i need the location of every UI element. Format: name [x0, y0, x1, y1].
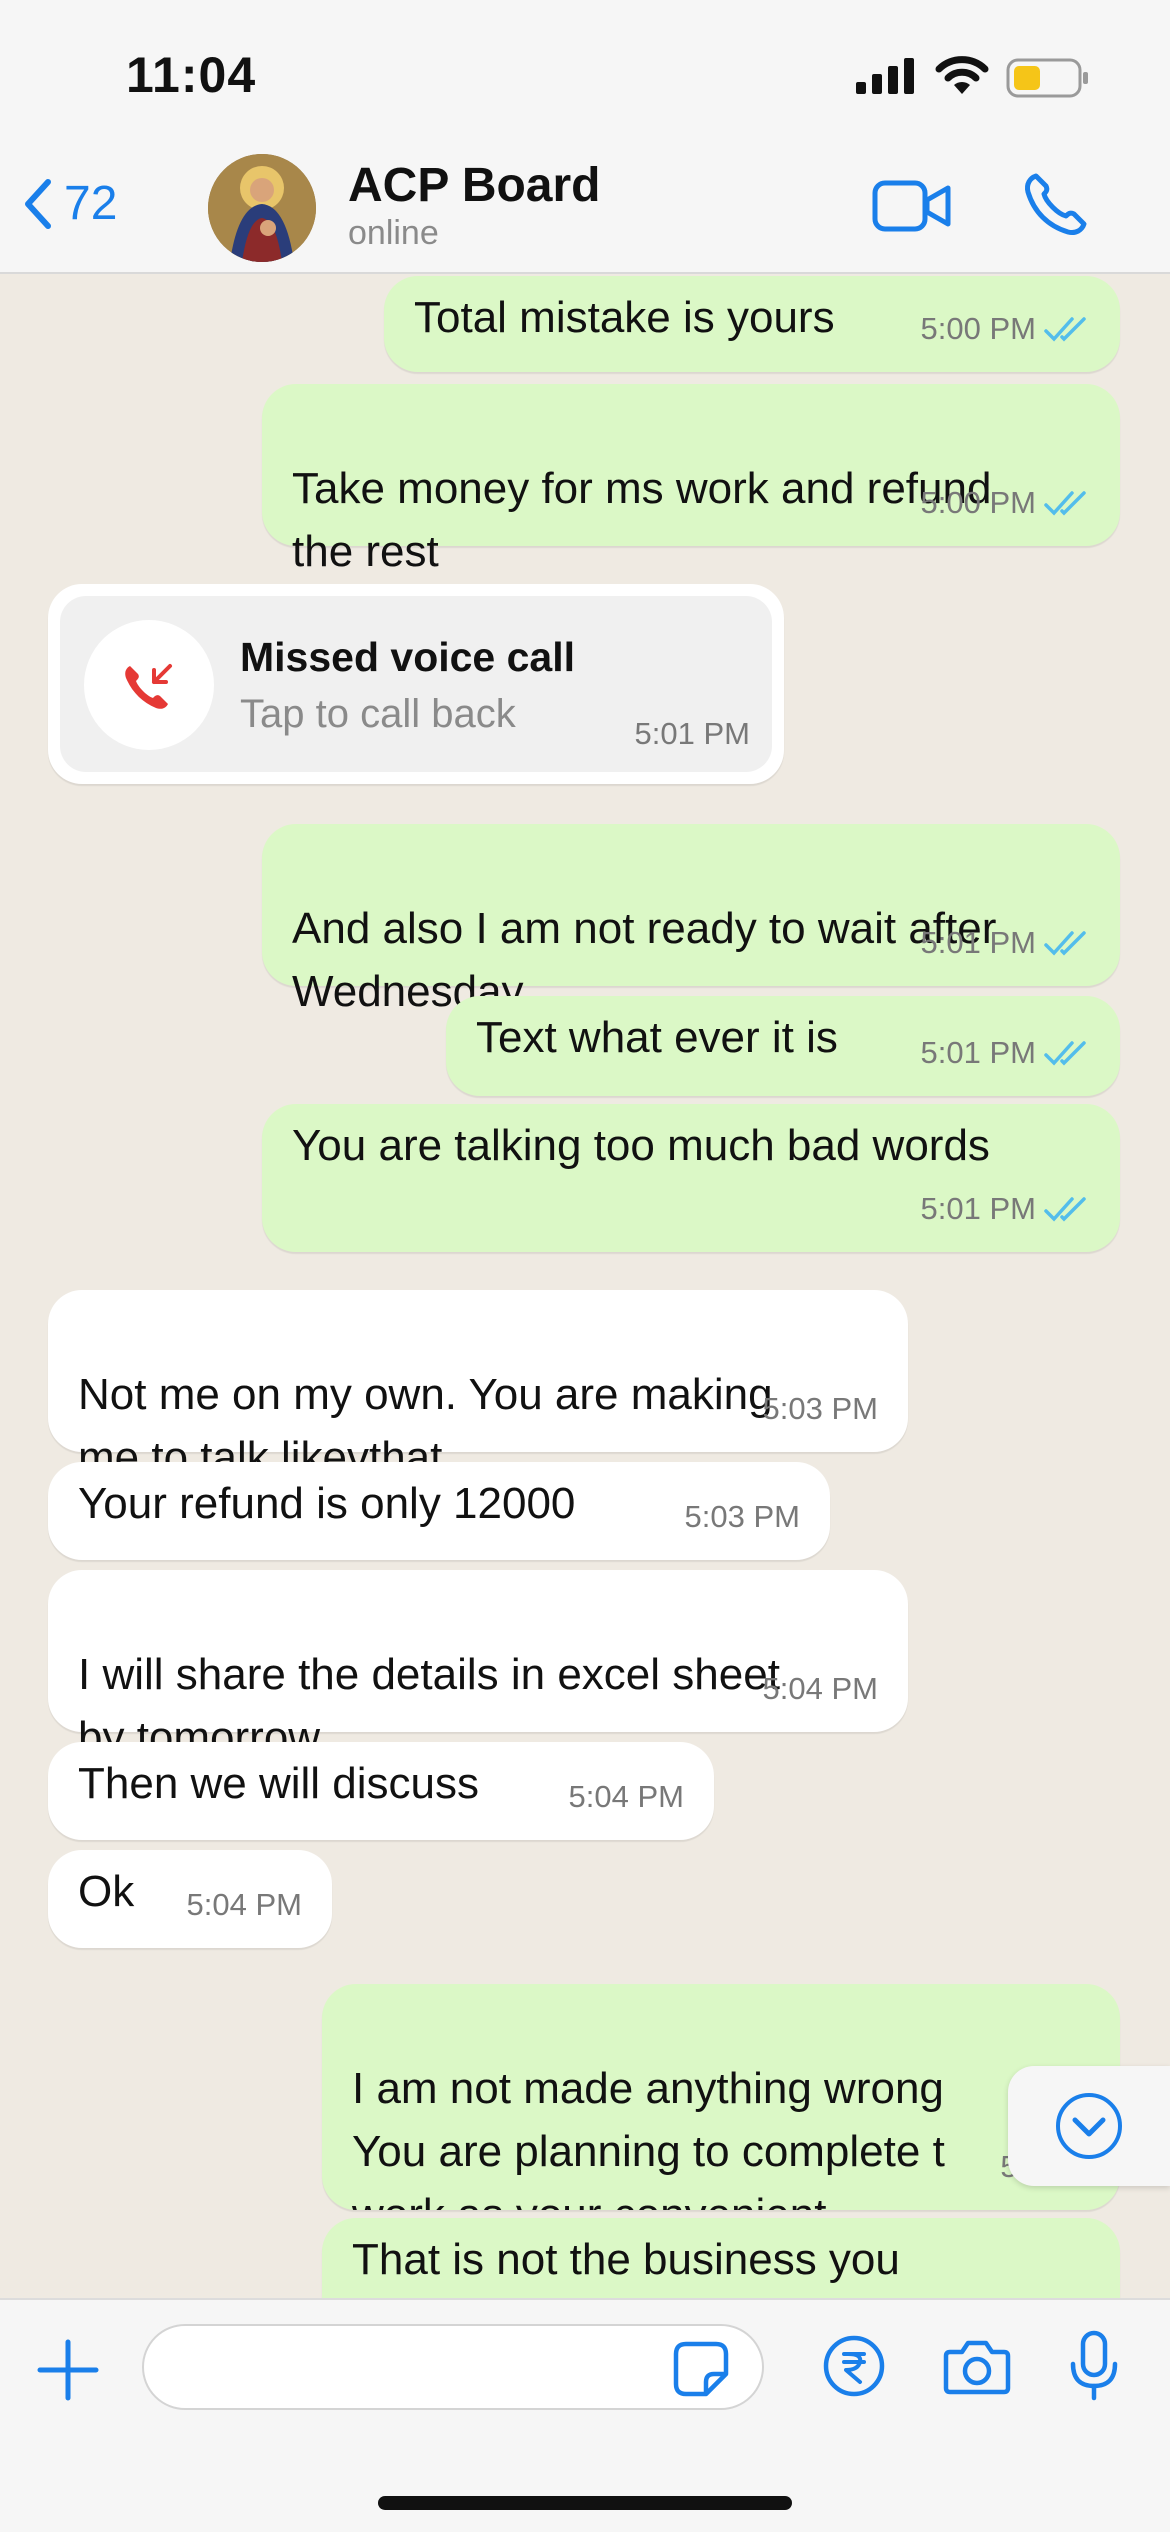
message-meta: 5:04 PM	[187, 1873, 302, 1936]
message-time: 5:00 PM	[920, 311, 1036, 346]
message-time: 5:00 PM	[920, 485, 1036, 520]
message-input-bar	[0, 2298, 1170, 2532]
message-text: Then we will discuss	[78, 1759, 480, 1808]
avatar-image	[208, 154, 316, 262]
message-text: Your refund is only 12000	[78, 1479, 576, 1528]
message-bubble-outgoing[interactable]: And also I am not ready to wait after We…	[262, 824, 1120, 1016]
read-ticks-icon	[1044, 1196, 1086, 1222]
read-ticks-icon	[1044, 930, 1086, 956]
missed-call-title: Missed voice call	[240, 634, 576, 680]
camera-icon[interactable]	[942, 2338, 1012, 2396]
message-time: 5:04 PM	[762, 1671, 878, 1706]
message-time: 5:01 PM	[920, 925, 1036, 960]
message-time: 5:01 PM	[920, 1191, 1036, 1226]
sticker-icon[interactable]	[672, 2340, 730, 2398]
read-ticks-icon	[1044, 1040, 1086, 1066]
message-text: I am not made anything wrong You are pla…	[352, 2064, 945, 2210]
status-bar: 11:04	[0, 0, 1170, 150]
video-camera-icon[interactable]	[872, 178, 952, 234]
missed-call-time: 5:01 PM	[634, 716, 750, 751]
plus-icon[interactable]	[36, 2338, 100, 2402]
message-meta: 5:00 PM	[921, 297, 1090, 360]
message-bubble-incoming[interactable]: Not me on my own. You are making me to t…	[48, 1290, 908, 1482]
home-indicator	[378, 2496, 792, 2510]
message-time: 5:04 PM	[568, 1779, 684, 1814]
wifi-icon	[935, 56, 989, 94]
message-meta: 5:03 PM	[685, 1485, 800, 1548]
message-meta: 5:01 PM	[921, 1177, 1090, 1240]
message-bubble-incoming[interactable]: I will share the details in excel sheet …	[48, 1570, 908, 1762]
microphone-icon[interactable]	[1068, 2330, 1120, 2402]
chat-header: 72 ACP Board online	[0, 150, 1170, 274]
message-meta: 5:03 PM	[763, 1377, 878, 1440]
message-bubble-outgoing[interactable]: Total mistake is yours 5:00 PM	[384, 276, 1120, 372]
message-time: 5:03 PM	[684, 1499, 800, 1534]
message-text: Total mistake is yours	[414, 293, 835, 342]
message-bubble-outgoing[interactable]: I am not made anything wrong You are pla…	[322, 1984, 1120, 2210]
message-text: Ok	[78, 1867, 135, 1916]
status-time: 11:04	[126, 47, 257, 103]
message-meta: 5:00 PM	[921, 471, 1090, 534]
message-bubble-incoming[interactable]: Your refund is only 12000 5:03 PM	[48, 1462, 830, 1560]
message-meta: 5:04 PM	[763, 1657, 878, 1720]
message-meta: 5:01 PM	[921, 911, 1090, 974]
missed-call-subtitle: Tap to call back	[240, 692, 516, 736]
message-bubble-outgoing[interactable]: Take money for ms work and refund the re…	[262, 384, 1120, 576]
read-ticks-icon	[1044, 490, 1086, 516]
cellular-signal-icon	[856, 58, 914, 94]
read-ticks-icon	[1044, 316, 1086, 342]
missed-call-card[interactable]: Missed voice call Tap to call back 5:01 …	[48, 584, 784, 784]
unread-count: 72	[64, 177, 118, 230]
rupee-payment-icon[interactable]	[822, 2334, 886, 2398]
back-button[interactable]: 72	[22, 176, 117, 231]
avatar[interactable]	[208, 154, 316, 262]
message-time: 5:03 PM	[762, 1391, 878, 1426]
missed-call-inner: Missed voice call Tap to call back 5:01 …	[60, 596, 772, 772]
message-bubble-outgoing[interactable]: You are talking too much bad words 5:01 …	[262, 1104, 1120, 1252]
chevron-down-icon	[1056, 2093, 1122, 2159]
message-bubble-outgoing[interactable]: Text what ever it is 5:01 PM	[446, 996, 1120, 1096]
chat-area[interactable]: Total mistake is yours 5:00 PM Take mone…	[0, 274, 1170, 2298]
message-time: 5:04 PM	[186, 1887, 302, 1922]
message-bubble-outgoing[interactable]: That is not the business you	[322, 2218, 1120, 2298]
scroll-to-bottom-button[interactable]	[1008, 2066, 1170, 2186]
message-input[interactable]	[142, 2324, 764, 2410]
message-bubble-incoming[interactable]: Ok 5:04 PM	[48, 1850, 332, 1948]
battery-icon	[1006, 58, 1088, 98]
message-bubble-incoming[interactable]: Then we will discuss 5:04 PM	[48, 1742, 714, 1840]
message-time: 5:01 PM	[920, 1035, 1036, 1070]
message-text: Take money for ms work and refund the re…	[292, 464, 992, 576]
message-text: Text what ever it is	[476, 1013, 838, 1062]
phone-icon[interactable]	[1022, 172, 1088, 238]
message-text: You are talking too much bad words	[292, 1121, 990, 1170]
chevron-left-icon	[25, 178, 51, 229]
missed-call-phone-icon	[125, 664, 172, 709]
contact-name[interactable]: ACP Board	[348, 158, 601, 213]
contact-status: online	[348, 214, 439, 252]
missed-call-icon	[84, 620, 214, 750]
message-meta: 5:01 PM	[921, 1021, 1090, 1084]
message-text: That is not the business you	[352, 2235, 900, 2284]
message-meta: 5:04 PM	[569, 1765, 684, 1828]
